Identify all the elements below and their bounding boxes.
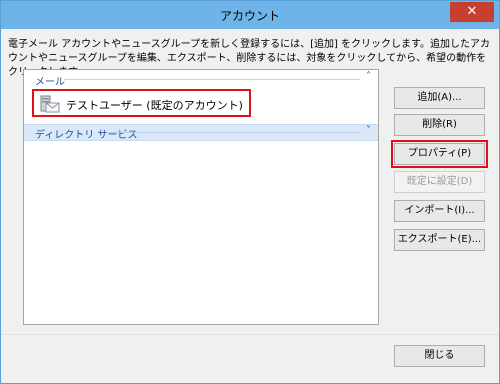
import-button[interactable]: インポート(I)...	[394, 200, 485, 222]
group-header-directory-service[interactable]: ディレクトリ サービス ˅	[24, 124, 378, 141]
account-list[interactable]: メール ˄ テストユーザー (既定のアカウント) ディレクトリ サービス ˅	[23, 69, 379, 325]
group-header-mail[interactable]: メール ˄	[24, 70, 378, 88]
properties-button[interactable]: プロパティ(P)	[391, 140, 488, 168]
footer-divider	[1, 334, 499, 335]
add-button[interactable]: 追加(A)...	[394, 87, 485, 109]
group-label-directory-service: ディレクトリ サービス	[35, 130, 138, 141]
chevron-up-icon[interactable]: ˄	[366, 71, 371, 82]
group-divider	[108, 132, 360, 133]
group-divider	[64, 79, 360, 80]
set-default-button[interactable]: 既定に設定(D)	[394, 171, 485, 193]
close-button[interactable]: 閉じる	[394, 345, 485, 367]
group-label-mail: メール	[35, 77, 65, 88]
remove-button[interactable]: 削除(R)	[394, 114, 485, 136]
account-item-test-user[interactable]: テストユーザー (既定のアカウント)	[32, 89, 251, 117]
chevron-down-icon[interactable]: ˅	[366, 125, 371, 136]
mail-account-icon	[40, 95, 60, 113]
close-window-button[interactable]: ✕	[450, 2, 494, 22]
window-title: アカウント	[219, 9, 280, 23]
account-label: テストユーザー (既定のアカウント)	[66, 99, 243, 112]
account-dialog: アカウント ✕ 電子メール アカウントやニュースグループを新しく登録するには、[…	[0, 0, 500, 384]
titlebar: アカウント ✕	[1, 1, 499, 29]
export-button[interactable]: エクスポート(E)...	[394, 229, 485, 251]
